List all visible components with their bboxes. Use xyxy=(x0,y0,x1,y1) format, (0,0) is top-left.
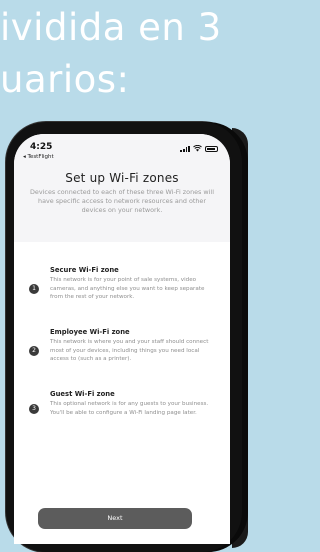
page-title: Set up Wi-Fi zones xyxy=(65,171,179,185)
phone-screen: 4:25 ◂ TestFlight Set up Wi-Fi zones Dev… xyxy=(14,134,230,544)
zone-title: Employee Wi-Fi zone xyxy=(50,328,130,336)
zone-number-badge: 2 xyxy=(29,346,39,356)
zone-description: This optional network is for any guests … xyxy=(50,401,209,416)
zone-number-badge: 1 xyxy=(29,284,39,294)
zone-title: Secure Wi-Fi zone xyxy=(50,266,119,274)
zone-title: Guest Wi-Fi zone xyxy=(50,390,115,398)
zone-number-badge: 3 xyxy=(29,404,39,414)
header-area: 4:25 ◂ TestFlight Set up Wi-Fi zones Dev… xyxy=(14,134,230,242)
headline-line-1: ividida en 3 xyxy=(0,6,222,49)
zone-description: This network is where you and your staff… xyxy=(50,339,209,362)
battery-icon xyxy=(205,145,218,152)
headline-line-2: uarios: xyxy=(0,58,130,101)
next-button[interactable]: Next xyxy=(38,508,192,529)
status-icons xyxy=(180,145,218,152)
signal-icon xyxy=(180,145,190,152)
wifi-icon xyxy=(193,145,202,152)
back-to-testflight-link[interactable]: ◂ TestFlight xyxy=(23,154,54,160)
page-subtitle: Devices connected to each of these three… xyxy=(30,188,214,214)
zone-description: This network is for your point of sale s… xyxy=(50,277,205,300)
status-time: 4:25 xyxy=(30,142,53,152)
